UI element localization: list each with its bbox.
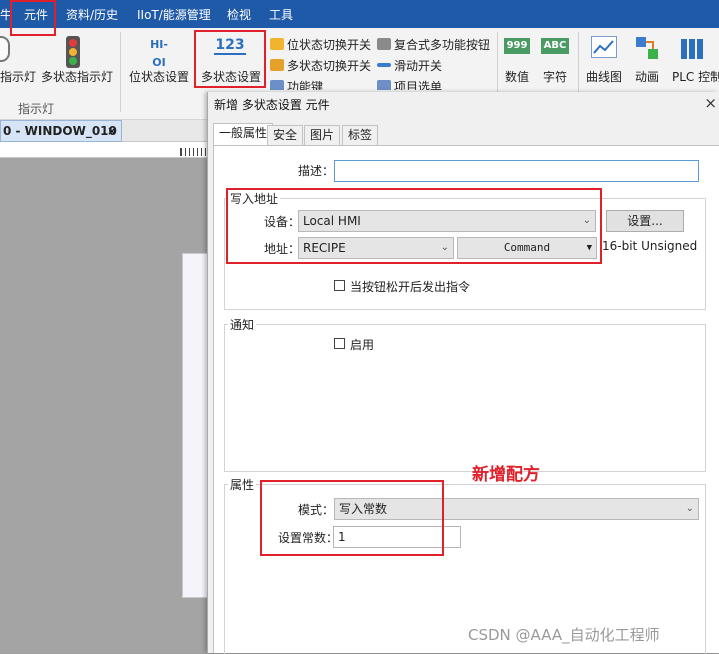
plc-control-label: PLC 控制 bbox=[672, 70, 719, 84]
menu-item-view[interactable]: 检视 bbox=[227, 0, 251, 28]
character-button[interactable]: 字符 bbox=[538, 68, 572, 85]
function-key-label: 功能键 bbox=[287, 80, 324, 90]
bit-toggle-switch-button[interactable]: 位状态切换开关 bbox=[270, 36, 371, 54]
tab-general[interactable]: 一般属性 bbox=[213, 123, 274, 145]
notify-group bbox=[224, 324, 706, 472]
annotation-box-write-address bbox=[226, 188, 602, 264]
function-key-button[interactable]: 功能键 bbox=[270, 78, 323, 90]
ruler-ticks bbox=[180, 148, 210, 156]
tab-security[interactable]: 安全 bbox=[267, 125, 304, 145]
slide-switch-label: 滑动开关 bbox=[394, 59, 443, 73]
trend-chart-button[interactable]: 曲线图 bbox=[584, 68, 624, 85]
multi-state-lamp-label: 多状态指示灯 bbox=[40, 70, 113, 84]
menu-item-data-history[interactable]: 资料/历史 bbox=[66, 0, 118, 28]
combo-button-label: 复合式多功能按钮 bbox=[394, 38, 491, 52]
data-type-label: 16-bit Unsigned bbox=[602, 239, 698, 253]
ribbon-separator bbox=[120, 32, 121, 112]
description-input[interactable] bbox=[334, 160, 699, 182]
watermark: CSDN @AAA_自动化工程师 bbox=[468, 626, 660, 644]
combo-button-icon bbox=[377, 38, 391, 50]
tab-close-icon[interactable]: × bbox=[107, 121, 117, 141]
menu-item-tools[interactable]: 工具 bbox=[269, 0, 293, 28]
animation-button[interactable]: 动画 bbox=[628, 68, 666, 85]
window-sheet bbox=[182, 253, 210, 598]
indicator-lamp-button[interactable]: 指示灯 bbox=[0, 68, 36, 85]
document-tab[interactable]: 0 - WINDOW_010 × bbox=[0, 120, 122, 142]
annotation-box-attributes bbox=[260, 480, 444, 556]
character-icon: ABC bbox=[541, 38, 569, 54]
bit-state-set-icon: HI-OI bbox=[150, 38, 168, 69]
document-tab-strip: 0 - WINDOW_010 × bbox=[0, 120, 210, 142]
multi-toggle-icon bbox=[270, 59, 284, 71]
annotation-box-components-menu bbox=[10, 0, 56, 36]
numeric-button[interactable]: 数值 bbox=[500, 68, 534, 85]
bit-toggle-label: 位状态切换开关 bbox=[287, 38, 372, 52]
description-label: 描述： bbox=[298, 164, 335, 178]
tab-picture[interactable]: 图片 bbox=[304, 125, 341, 145]
chevron-down-icon: ⌄ bbox=[685, 503, 694, 514]
editor-canvas[interactable] bbox=[0, 158, 210, 653]
ruler bbox=[0, 142, 210, 158]
new-multi-state-dialog: 新增 多状态设置 元件 × 一般属性 安全 图片 标签 描述： 写入地址 设备：… bbox=[207, 92, 719, 654]
multi-toggle-label: 多状态切换开关 bbox=[287, 59, 372, 73]
function-key-icon bbox=[270, 80, 284, 90]
slide-switch-button[interactable]: 滑动开关 bbox=[377, 57, 442, 75]
numeric-label: 数值 bbox=[504, 70, 529, 84]
release-command-checkbox[interactable] bbox=[334, 280, 345, 291]
dialog-title: 新增 多状态设置 元件 bbox=[214, 98, 330, 112]
lamp-group-label: 指示灯 bbox=[17, 102, 54, 116]
item-select-icon bbox=[377, 80, 391, 90]
notify-enable-label: 启用 bbox=[350, 338, 375, 352]
item-select-label: 项目选单 bbox=[394, 80, 443, 90]
document-tab-label: 0 - WINDOW_010 bbox=[3, 124, 117, 138]
bit-state-set-button[interactable]: 位状态设置 bbox=[128, 68, 190, 85]
combo-button[interactable]: 复合式多功能按钮 bbox=[377, 36, 490, 54]
tab-label[interactable]: 标签 bbox=[342, 125, 379, 145]
menu-item-iiot-energy[interactable]: IIoT/能源管理 bbox=[137, 0, 211, 28]
plc-control-icon bbox=[680, 37, 704, 61]
close-icon[interactable]: × bbox=[704, 94, 717, 112]
item-select-button[interactable]: 项目选单 bbox=[377, 78, 442, 90]
traffic-light-icon bbox=[66, 36, 80, 68]
notify-title: 通知 bbox=[228, 316, 257, 333]
menu-bar: 牛 元件 资料/历史 IIoT/能源管理 检视 工具 bbox=[0, 0, 719, 28]
release-command-label: 当按钮松开后发出指令 bbox=[350, 280, 471, 294]
bit-toggle-icon bbox=[270, 38, 284, 50]
notify-enable-checkbox[interactable] bbox=[334, 338, 345, 349]
attributes-title: 属性 bbox=[228, 476, 257, 493]
indicator-lamp-icon bbox=[0, 36, 10, 62]
numeric-icon: 999 bbox=[504, 38, 530, 54]
animation-label: 动画 bbox=[634, 70, 659, 84]
multi-toggle-switch-button[interactable]: 多状态切换开关 bbox=[270, 57, 371, 75]
animation-icon bbox=[634, 35, 660, 61]
trend-chart-label: 曲线图 bbox=[585, 70, 622, 84]
multi-state-lamp-button[interactable]: 多状态指示灯 bbox=[40, 68, 114, 85]
slide-switch-icon bbox=[377, 63, 391, 67]
indicator-lamp-label: 指示灯 bbox=[0, 70, 37, 84]
device-settings-button[interactable]: 设置... bbox=[606, 210, 684, 232]
character-label: 字符 bbox=[542, 70, 567, 84]
plc-control-button[interactable]: PLC 控制 bbox=[672, 68, 719, 84]
annotation-text: 新增配方 bbox=[472, 465, 540, 485]
annotation-box-multi-state-set bbox=[194, 30, 266, 88]
bit-state-set-label: 位状态设置 bbox=[128, 70, 189, 84]
trend-chart-icon bbox=[591, 36, 617, 58]
